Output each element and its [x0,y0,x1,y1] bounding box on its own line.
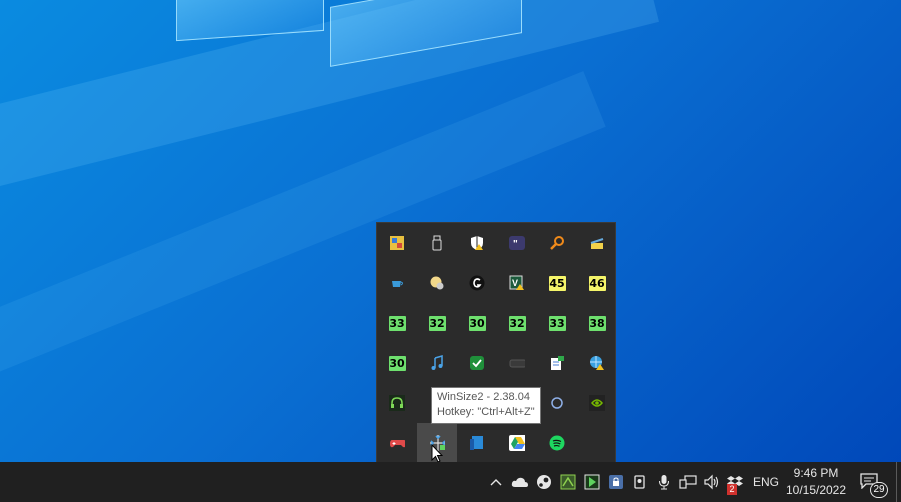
temperature-value: 33 [388,315,406,331]
lightbulb-pie-icon [429,275,445,291]
tray-temp-indicator[interactable]: 38 [577,303,617,343]
temperature-value: 32 [428,315,446,331]
tray-temp-indicator[interactable]: 30 [377,343,417,383]
tray-icon-shield-warning[interactable] [457,223,497,263]
tray-icon-keyboard[interactable] [497,343,537,383]
temperature-value: 30 [468,315,486,331]
colorful-app-icon [389,235,405,251]
tray-icon-document-sync[interactable] [537,343,577,383]
show-desktop-button[interactable] [896,462,897,502]
tray-temp-indicator[interactable]: 30 [457,303,497,343]
tray-icon-circle-app[interactable] [537,383,577,423]
svg-text:V: V [512,278,518,288]
action-center-button[interactable]: 29 [856,462,894,502]
usb-drive-icon [429,235,445,251]
tray-icon-search-magnifier[interactable] [537,223,577,263]
temperature-value: 32 [508,315,526,331]
tray-icon-nvidia[interactable] [577,383,617,423]
camera-icon[interactable] [628,462,652,502]
tray-icon-lightbulb-pie[interactable] [417,263,457,303]
tray-temp-indicator[interactable]: 45 [537,263,577,303]
tray-icon-usb-drive[interactable] [417,223,457,263]
tray-temp-indicator[interactable]: 32 [417,303,457,343]
language-indicator[interactable]: ENG [752,462,780,502]
onedrive-icon[interactable] [508,462,532,502]
spotify-icon [549,435,565,451]
blue-panel-icon [469,435,485,451]
volume-icon[interactable] [700,462,724,502]
tray-icon-colorful-app[interactable] [377,223,417,263]
temperature-value: 33 [548,315,566,331]
tray-temp-indicator[interactable]: 33 [377,303,417,343]
tooltip: WinSize2 - 2.38.04 Hotkey: "Ctrl+Alt+Z" [431,387,541,424]
tray-icon-veeam-warning[interactable]: V [497,263,537,303]
temperature-value: 46 [588,275,606,291]
tray-icon-globe-warning[interactable] [577,343,617,383]
shield-warning-icon [469,235,485,251]
circle-app-icon [549,395,565,411]
logitech-g-icon [469,275,485,291]
tray-temp-indicator[interactable]: 46 [577,263,617,303]
clock-time: 9:46 PM [793,466,839,480]
tray-icon-quote-app[interactable]: " [497,223,537,263]
chevron-up-icon[interactable] [484,462,508,502]
tray-icon-logitech-g[interactable] [457,263,497,303]
tray-icon-green-check[interactable] [457,343,497,383]
temperature-value: 45 [548,275,566,291]
dropbox-icon[interactable]: 2 [724,462,748,502]
google-drive-icon [509,435,525,451]
clock[interactable]: 9:46 PM 10/15/2022 [784,462,848,502]
tooltip-hotkey: Hotkey: "Ctrl+Alt+Z" [437,406,535,418]
mouse-cursor-icon [431,444,443,463]
tray-icon-coffee-cup[interactable] [377,263,417,303]
tray-temp-indicator[interactable]: 32 [497,303,537,343]
tray-icon-blue-panel[interactable] [457,423,497,463]
green-check-icon [469,355,485,371]
temperature-value: 30 [388,355,406,371]
steam-icon[interactable] [532,462,556,502]
tray-icon-cake[interactable] [577,223,617,263]
cake-icon [589,235,605,251]
headset-icon [389,395,405,411]
nvidia-icon [589,395,605,411]
coffee-cup-icon [389,275,405,291]
tray-icon-gamepad[interactable] [377,423,417,463]
tray-temp-indicator[interactable]: 33 [537,303,577,343]
network-icon[interactable] [676,462,700,502]
taskbar: 2 ENG 9:46 PM 10/15/2022 29 [0,462,901,502]
tray-icon-music-note[interactable] [417,343,457,383]
globe-warning-icon [589,355,605,371]
tray-icon-headset[interactable] [377,383,417,423]
tray-icon-spotify[interactable] [537,423,577,463]
temperature-value: 38 [588,315,606,331]
app-green-icon[interactable] [556,462,580,502]
app-play-icon[interactable] [580,462,604,502]
music-note-icon [429,355,445,371]
tooltip-title: WinSize2 - 2.38.04 [437,391,530,403]
microphone-icon[interactable] [652,462,676,502]
dropbox-badge: 2 [727,484,737,495]
tray-icon-google-drive[interactable] [497,423,537,463]
tray-overflow-flyout: " V 45 46 33 32 30 32 33 38 30 [376,222,617,463]
document-sync-icon [549,355,565,371]
svg-text:": " [513,239,518,250]
gamepad-icon [389,435,405,451]
search-magnifier-icon [549,235,565,251]
keyboard-icon [509,355,525,371]
clock-date: 10/15/2022 [785,483,847,497]
lock-app-icon[interactable] [604,462,628,502]
veeam-warning-icon: V [509,275,525,291]
quote-app-icon: " [509,235,525,251]
notification-count: 29 [870,482,888,498]
